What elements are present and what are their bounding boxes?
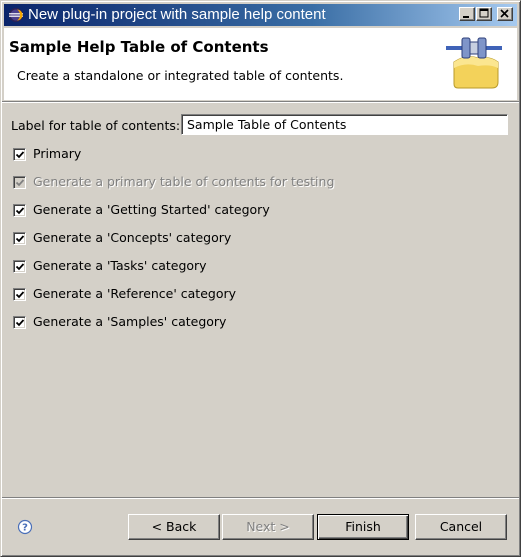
- checkmark-icon: [15, 319, 25, 327]
- maximize-icon: [479, 8, 489, 18]
- checkbox-label: Generate a 'Reference' category: [33, 286, 237, 301]
- primary-checkbox[interactable]: [13, 148, 26, 161]
- checkbox-label: Generate a 'Getting Started' category: [33, 202, 270, 217]
- tasks-checkbox[interactable]: [13, 260, 26, 273]
- close-icon: [500, 9, 509, 18]
- cancel-button[interactable]: Cancel: [415, 514, 507, 540]
- samples-checkbox[interactable]: [13, 316, 26, 329]
- generate-primary-toc-checkbox[interactable]: [13, 176, 26, 189]
- finish-button[interactable]: Finish: [317, 514, 409, 540]
- checkbox-label: Generate a 'Samples' category: [33, 314, 227, 329]
- svg-text:?: ?: [22, 523, 28, 534]
- header-separator: [2, 101, 519, 103]
- wizard-header: Sample Help Table of Contents Create a s…: [4, 28, 517, 100]
- checkbox-label: Generate a 'Tasks' category: [33, 258, 207, 273]
- checkmark-icon: [15, 151, 25, 159]
- checkmark-icon: [15, 263, 25, 271]
- checkmark-icon: [15, 291, 25, 299]
- checkmark-icon: [15, 235, 25, 243]
- concepts-checkbox[interactable]: [13, 232, 26, 245]
- getting-started-checkbox[interactable]: [13, 204, 26, 217]
- help-icon[interactable]: ?: [17, 519, 33, 535]
- back-button[interactable]: < Back: [128, 514, 220, 540]
- minimize-button[interactable]: [459, 7, 475, 21]
- eclipse-icon: [9, 8, 23, 22]
- checkbox-label: Primary: [33, 146, 82, 161]
- toc-label-input[interactable]: Sample Table of Contents: [181, 114, 508, 135]
- title-bar[interactable]: New plug-in project with sample help con…: [4, 4, 517, 26]
- window-title: New plug-in project with sample help con…: [28, 6, 326, 23]
- page-title: Sample Help Table of Contents: [9, 38, 269, 56]
- plug-in-wizard-banner-icon: [446, 37, 502, 89]
- button-bar-separator: [2, 497, 519, 499]
- checkbox-label: Generate a 'Concepts' category: [33, 230, 232, 245]
- toc-label: Label for table of contents:: [11, 118, 181, 133]
- checkmark-icon: [15, 207, 25, 215]
- next-button[interactable]: Next >: [222, 514, 314, 540]
- reference-checkbox[interactable]: [13, 288, 26, 301]
- page-description: Create a standalone or integrated table …: [17, 68, 344, 83]
- checkmark-icon: [15, 179, 25, 187]
- minimize-icon: [463, 16, 469, 18]
- wizard-dialog: New plug-in project with sample help con…: [0, 0, 521, 557]
- maximize-button[interactable]: [476, 7, 492, 21]
- close-button[interactable]: [497, 7, 513, 21]
- checkbox-label: Generate a primary table of contents for…: [33, 174, 335, 189]
